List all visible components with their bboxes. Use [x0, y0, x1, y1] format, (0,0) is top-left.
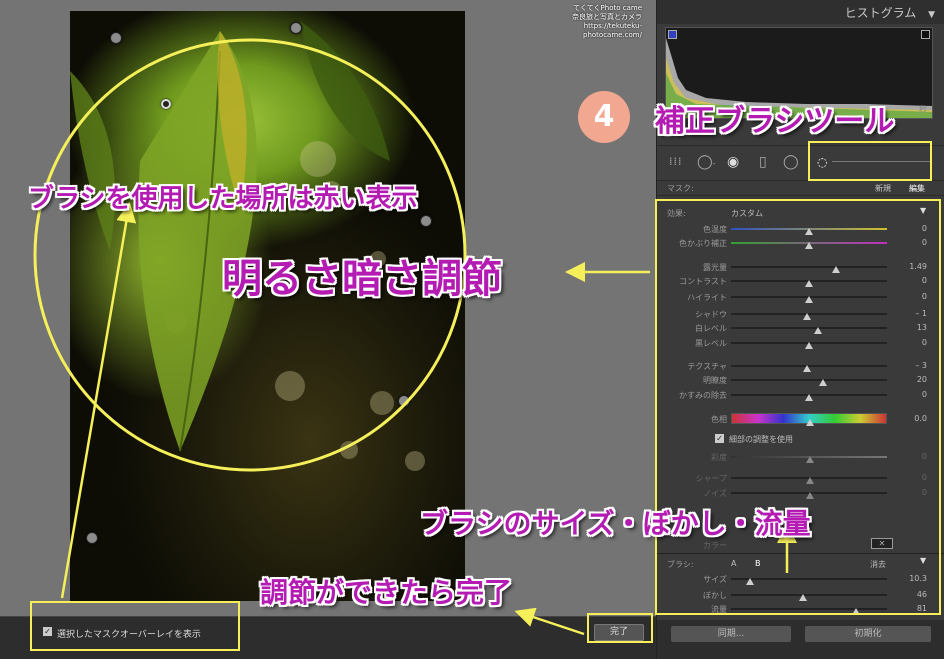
brush-area-annotation: ブラシを使用した場所は赤い表示 — [28, 184, 418, 214]
step-number-badge: 4 — [578, 91, 630, 143]
brush-settings-annotation: ブラシのサイズ・ぼかし・流量 — [420, 507, 811, 540]
overlay-highlight-box — [30, 601, 240, 651]
done-highlight-box — [587, 613, 653, 643]
brush-area-arrow — [60, 202, 137, 599]
brightness-annotation: 明るさ暗さ調節 — [222, 256, 502, 302]
tool-highlight-box — [808, 141, 932, 181]
done-arrow — [514, 607, 585, 636]
done-annotation: 調節ができたら完了 — [260, 576, 513, 609]
tool-name-annotation: 補正ブラシツール — [655, 104, 895, 139]
sliders-highlight-box — [655, 199, 941, 615]
